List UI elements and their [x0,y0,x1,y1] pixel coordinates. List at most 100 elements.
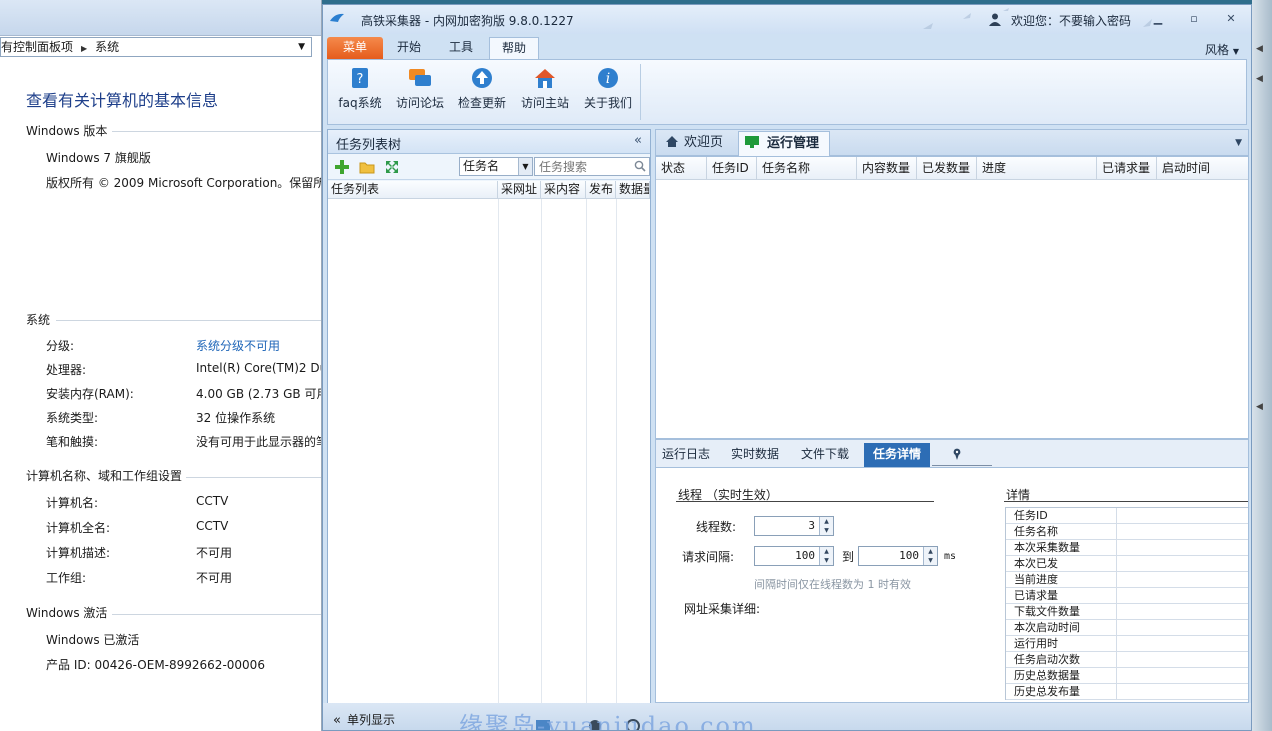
page-title: 查看有关计算机的基本信息 [26,91,219,110]
col-requested[interactable]: 已请求量 [1097,157,1157,180]
interval-from-stepper[interactable]: 100 ▲ ▼ [754,546,834,566]
tab-realtime-data[interactable]: 实时数据 [724,443,786,467]
divider [932,465,992,466]
col-task-id[interactable]: 任务ID [707,157,757,180]
run-management-grid[interactable]: 状态 任务ID 任务名称 内容数量 已发数量 进度 已请求量 启动时间 [655,156,1249,439]
visit-site-button[interactable]: 访问主站 [517,66,573,118]
divider [56,320,321,321]
faq-button[interactable]: ? faq系统 [334,66,386,118]
tab-help[interactable]: 帮助 [489,37,539,59]
task-detail-pane: 线程 （实时生效） 线程数: 3 ▲ ▼ 请求间隔: 100 ▲ ▼ 到 100 ▲… [655,467,1249,703]
stepper-up-icon[interactable]: ▲ [924,547,937,556]
task-field-select[interactable]: 任务名 ▼ [459,157,533,176]
tab-start[interactable]: 开始 [385,37,433,59]
interval-unit: ms [944,551,957,562]
close-icon[interactable]: ✕ [1224,13,1238,25]
scroll-up-icon[interactable]: ◀ [1256,74,1263,84]
section-system: 系统 [26,313,51,327]
section-windows-edition: Windows 版本 [26,124,108,138]
task-search-input[interactable] [534,157,650,176]
folder-icon[interactable] [359,159,375,175]
col-sent-count[interactable]: 已发数量 [917,157,977,180]
faq-icon: ? [352,68,368,88]
col-progress[interactable]: 进度 [977,157,1097,180]
background-scrollbar[interactable]: ◀ ◀ ◀ [1252,0,1272,731]
col-start-time[interactable]: 启动时间 [1157,157,1248,180]
tab-welcome[interactable]: 欢迎页 [662,131,740,156]
svg-text:?: ? [357,72,364,87]
pin-icon[interactable] [952,448,962,460]
col-task-list[interactable]: 任务列表 [328,181,498,199]
full-name-label: 计算机全名: [46,521,111,535]
stepper-down-icon[interactable]: ▼ [924,556,937,565]
stepper-up-icon[interactable]: ▲ [820,517,833,526]
explorer-toolbar [0,0,321,36]
search-icon[interactable] [634,160,646,172]
system-type-label: 系统类型: [46,411,99,425]
tab-welcome-label: 欢迎页 [684,135,724,150]
task-tree-panel: 任务列表树 « 任务名 ▼ 任务列表 采网址 采内容 发布 数据量 [327,129,651,730]
skin-label: 风格 [1205,43,1230,57]
add-task-icon[interactable] [334,159,350,175]
workgroup-label: 工作组: [46,571,87,585]
minimize-icon[interactable]: ▁ [1151,13,1165,25]
col-collect-url[interactable]: 采网址 [498,181,541,199]
tab-file-download[interactable]: 文件下载 [794,443,856,467]
stepper-down-icon[interactable]: ▼ [820,556,833,565]
maximize-icon[interactable]: ▫ [1187,13,1201,25]
forum-icon [409,69,431,86]
url-detail-label: 网址采集详细: [684,602,761,616]
expand-all-icon[interactable] [384,159,400,175]
welcome-text: 欢迎您：不要输入密码 [1011,14,1132,28]
collapse-panel-icon[interactable]: « [634,133,642,148]
user-icon [989,13,1001,26]
check-update-button[interactable]: 检查更新 [454,66,510,118]
section-activation: Windows 激活 [26,606,108,620]
scroll-up-icon[interactable]: ◀ [1256,44,1263,54]
stepper-down-icon[interactable]: ▼ [820,526,833,535]
col-task-name[interactable]: 任务名称 [757,157,857,180]
tab-tools[interactable]: 工具 [437,37,485,59]
col-data-count[interactable]: 数据量 [616,181,650,199]
detail-row: 当前进度 [1006,572,1248,588]
tabs-dropdown-icon[interactable]: ▼ [1235,138,1242,148]
detail-row-label: 历史总发布量 [1014,685,1080,698]
single-column-label: 单列显示 [346,713,395,727]
update-icon [472,68,492,88]
stepper-up-icon[interactable]: ▲ [820,547,833,556]
col-status[interactable]: 状态 [656,157,707,180]
col-publish[interactable]: 发布 [586,181,616,199]
breadcrumb-control-panel[interactable]: 有控制面板项 [1,40,73,54]
address-bar[interactable]: 有控制面板项 ▶ 系统 ▼ [0,37,312,57]
task-list-grid[interactable]: 任务列表 采网址 采内容 发布 数据量 [328,181,650,706]
interval-to-stepper[interactable]: 100 ▲ ▼ [858,546,938,566]
scroll-arrow-icon[interactable]: ◀ [1256,402,1263,412]
single-column-toggle[interactable]: « 单列显示 [333,711,395,728]
skin-menu[interactable]: 风格 ▼ [1205,41,1239,58]
ram-value: 4.00 GB (2.73 GB 可用 [196,387,322,401]
pen-touch-label: 笔和触摸: [46,435,99,449]
detail-row-label: 任务名称 [1014,525,1058,538]
tab-run-management[interactable]: 运行管理 [738,131,830,156]
col-collect-content[interactable]: 采内容 [541,181,586,199]
forum-button[interactable]: 访问论坛 [392,66,448,118]
bottom-tabs: 运行日志 实时数据 文件下载 任务详情 [655,439,1249,467]
product-id: 产品 ID: 00426-OEM-8992662-00006 [46,658,265,672]
description-label: 计算机描述: [46,546,111,560]
rating-link[interactable]: 系统分级不可用 [196,337,280,354]
title-bar[interactable]: 高铁采集器 - 内网加密狗版 9.8.0.1227 欢迎您：不要输入密码 ▁ ▫… [323,5,1251,34]
about-button[interactable]: i 关于我们 [580,66,636,118]
tab-menu[interactable]: 菜单 [327,37,383,59]
breadcrumb-system[interactable]: 系统 [95,40,119,54]
task-tree-title: 任务列表树 [336,138,402,153]
col-content-count[interactable]: 内容数量 [857,157,917,180]
processor-label: 处理器: [46,363,87,377]
grid-line [541,199,542,706]
detail-table: 任务ID 任务名称 本次采集数量 本次已发 当前进度 已请求量 下载文件数量 本… [1005,507,1248,700]
thread-count-stepper[interactable]: 3 ▲ ▼ [754,516,834,536]
home-icon [666,136,678,147]
address-dropdown-icon[interactable]: ▼ [298,38,305,56]
chevron-down-icon[interactable]: ▼ [518,158,532,175]
tab-run-log[interactable]: 运行日志 [656,443,716,467]
tab-task-detail[interactable]: 任务详情 [864,443,930,467]
